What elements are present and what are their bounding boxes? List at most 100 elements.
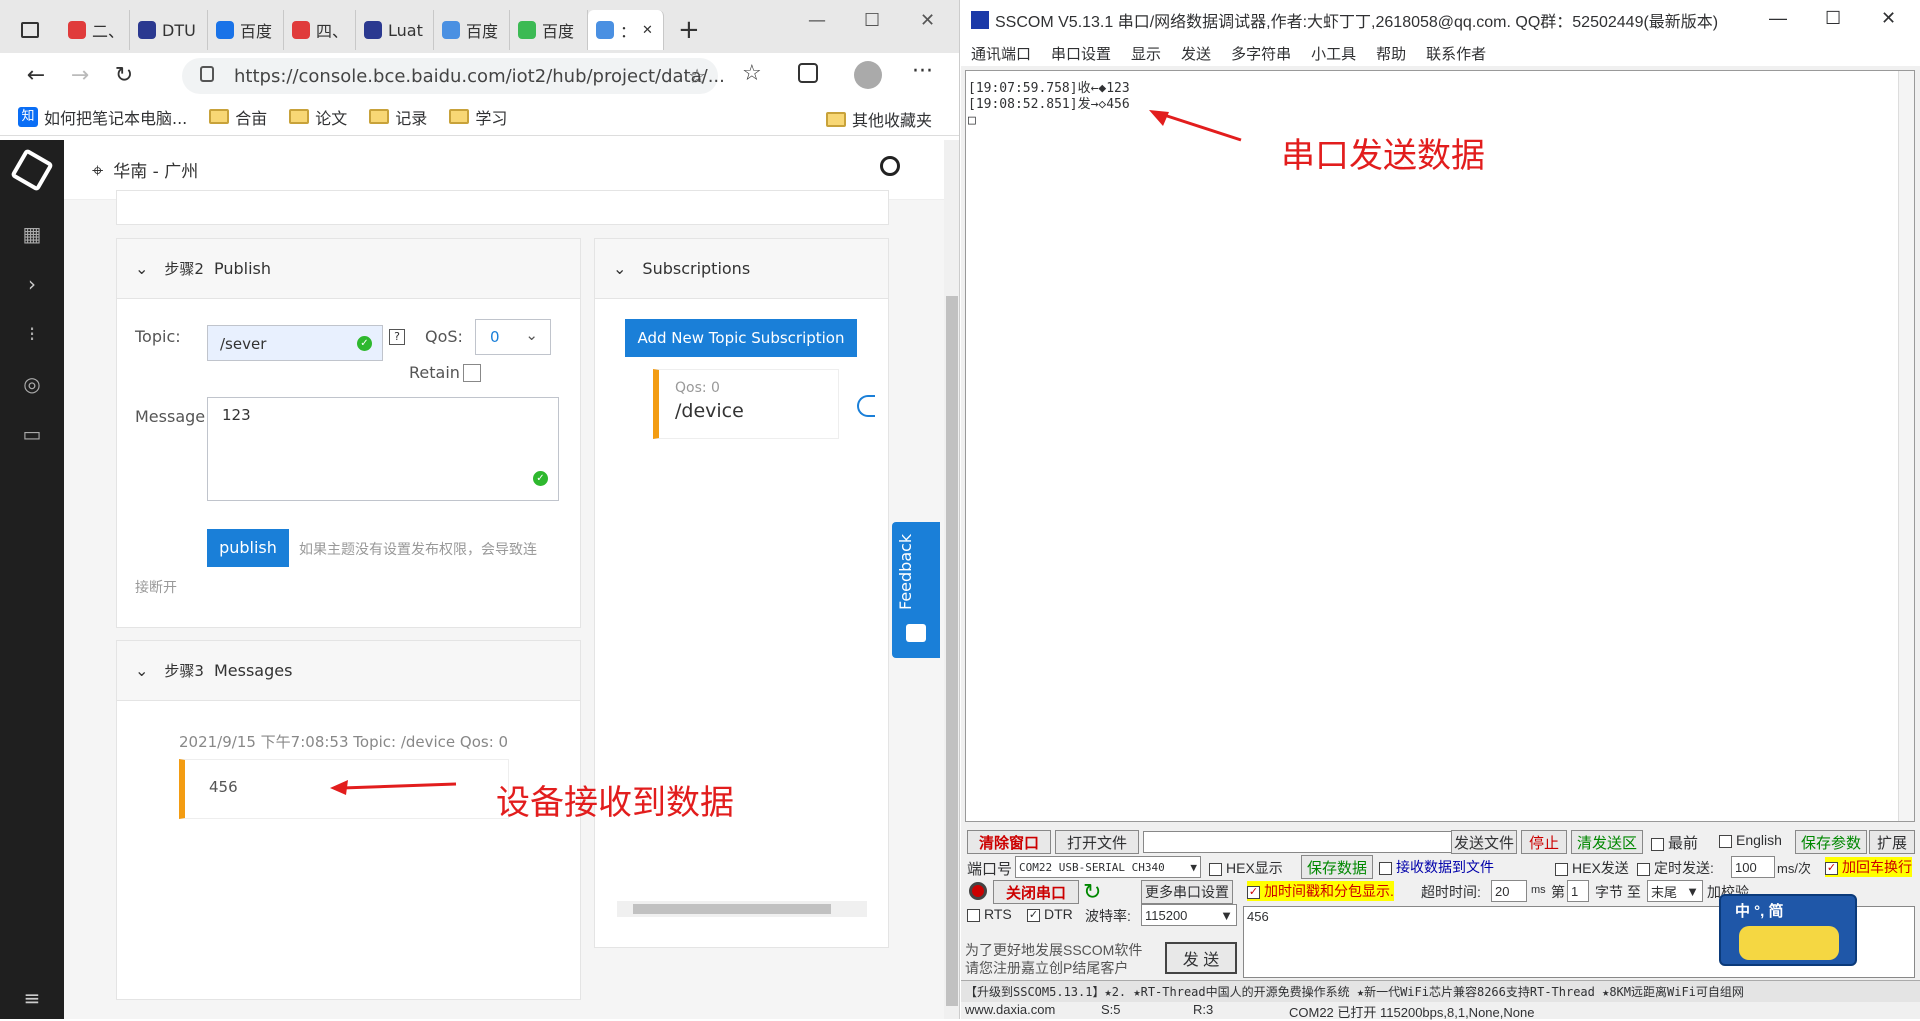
dropdown-arrow-icon: ▼ [1686, 883, 1699, 899]
add-subscription-button[interactable]: Add New Topic Subscription [625, 319, 857, 357]
browser-tab[interactable]: Luat [356, 10, 434, 50]
browser-window: 二、 DTU 百度 四、 Luat 百度 百度： ✕ + — ☐ ✕ ← → ↻ https:… [0, 0, 960, 1019]
retain-checkbox[interactable] [463, 364, 481, 382]
rts-checkbox[interactable]: RTS [967, 906, 1012, 922]
browser-tab[interactable]: DTU [130, 10, 208, 50]
help-icon[interactable]: ? [389, 329, 405, 345]
more-port-settings-button[interactable]: 更多串口设置 [1141, 880, 1233, 904]
send-button[interactable]: 发 送 [1165, 942, 1237, 974]
menu-item[interactable]: 发送 [1181, 43, 1211, 64]
bookmark-folder[interactable]: 学习 [449, 105, 507, 129]
baud-select[interactable]: 115200 ▼ [1141, 904, 1237, 926]
clear-send-button[interactable]: 清发送区 [1571, 830, 1643, 854]
collections-icon[interactable] [798, 63, 818, 83]
bookmark-folder[interactable]: 记录 [369, 105, 427, 129]
close-window-button[interactable]: ✕ [1881, 8, 1896, 29]
file-path-field[interactable] [1143, 831, 1469, 853]
qos-select[interactable]: 0 ⌄ [475, 319, 551, 355]
ime-widget[interactable]: 中 °, 简 [1719, 894, 1857, 966]
timeout-input[interactable]: 20 [1491, 880, 1527, 902]
other-bookmarks[interactable]: 其他收藏夹 [826, 107, 932, 131]
forward-icon[interactable]: → [58, 55, 102, 95]
publish-button[interactable]: publish [207, 529, 289, 567]
topmost-checkbox[interactable]: 最前 [1651, 832, 1698, 853]
menu-item[interactable]: 串口设置 [1051, 43, 1111, 64]
bookmark-folder[interactable]: 合亩 [209, 105, 267, 129]
topic-input[interactable]: /sever ✓ [207, 325, 383, 361]
profile-avatar[interactable] [854, 61, 882, 89]
vertical-scrollbar[interactable] [1898, 71, 1914, 821]
sscom-title-bar: SSCOM V5.13.1 串口/网络数据调试器,作者:大虾丁丁,2618058… [961, 0, 1920, 40]
close-window-button[interactable]: ✕ [920, 10, 935, 31]
inbox-icon[interactable]: ▭ [20, 422, 44, 446]
expand-sidebar-icon[interactable]: › [20, 272, 44, 296]
browser-tab[interactable]: ： ✕ [588, 10, 664, 50]
stop-button[interactable]: 停止 [1521, 830, 1567, 854]
timestamp-checkbox[interactable]: ✓ 加时间戳和分包显示. [1247, 881, 1394, 901]
url-field[interactable]: https://console.bce.baidu.com/iot2/hub/p… [182, 58, 725, 94]
interval-input[interactable]: 100 [1731, 856, 1775, 878]
reload-icon[interactable]: ↻ [102, 55, 146, 95]
menu-icon[interactable]: ≡ [20, 986, 44, 1010]
english-checkbox[interactable]: English [1719, 832, 1782, 848]
refresh-icon[interactable]: ↻ [1083, 879, 1101, 905]
bookmark-folder[interactable]: 论文 [289, 105, 347, 129]
menu-item[interactable]: 帮助 [1376, 43, 1406, 64]
open-file-button[interactable]: 打开文件 [1055, 830, 1139, 854]
browser-tab[interactable]: 百度 [434, 10, 510, 50]
receive-area[interactable]: [19:07:59.758]收←◆123 [19:08:52.851]发→◇456… [965, 70, 1915, 822]
timed-send-checkbox[interactable]: 定时发送: [1637, 858, 1714, 878]
minimize-button[interactable]: — [808, 10, 826, 31]
globe-icon[interactable]: ◎ [20, 372, 44, 396]
maximize-button[interactable]: ☐ [864, 10, 880, 31]
nth-input[interactable]: 1 [1567, 880, 1589, 902]
port-select[interactable]: COM22 USB-SERIAL CH340 ▼ [1015, 856, 1201, 878]
favorites-icon[interactable]: ☆ [742, 61, 762, 86]
menu-item[interactable]: 小工具 [1311, 43, 1356, 64]
hex-display-checkbox[interactable]: HEX显示 [1209, 858, 1283, 878]
feedback-button[interactable]: Feedback [892, 522, 940, 658]
tab-actions-icon[interactable] [0, 10, 60, 50]
page-scrollbar[interactable] [944, 140, 959, 1019]
tail-select[interactable]: 末尾 ▼ [1647, 880, 1703, 902]
recv-to-file-checkbox[interactable]: 接收数据到文件 [1379, 857, 1494, 877]
baidu-cloud-logo[interactable] [10, 148, 54, 192]
hex-send-checkbox[interactable]: HEX发送 [1555, 858, 1629, 878]
menu-item[interactable]: 联系作者 [1426, 43, 1486, 64]
crlf-checkbox[interactable]: ✓ 加回车换行 [1825, 857, 1912, 877]
maximize-button[interactable]: ☐ [1825, 8, 1841, 29]
browser-tab[interactable]: 百度 [510, 10, 588, 50]
menu-item[interactable]: 通讯端口 [971, 43, 1031, 64]
message-textarea[interactable]: 123 ✓ [207, 397, 559, 501]
more-menu-icon[interactable]: ··· [912, 59, 933, 84]
close-port-button[interactable]: 关闭串口 [993, 880, 1079, 904]
dashboard-icon[interactable]: ▦ [20, 222, 44, 246]
subscriptions-panel-header[interactable]: ⌄ Subscriptions [595, 239, 888, 299]
browser-tab[interactable]: 百度 [208, 10, 284, 50]
search-icon[interactable] [880, 156, 900, 176]
close-tab-icon[interactable]: ✕ [642, 23, 653, 38]
publish-panel-header[interactable]: ⌄ 步骤2 Publish [117, 239, 580, 299]
back-icon[interactable]: ← [14, 55, 58, 95]
menu-item[interactable]: 显示 [1131, 43, 1161, 64]
browser-tab[interactable]: 二、 [60, 10, 130, 50]
send-file-button[interactable]: 发送文件 [1451, 830, 1517, 854]
unsubscribe-icon[interactable] [857, 395, 875, 417]
dtr-checkbox[interactable]: ✓ DTR [1027, 906, 1073, 922]
region-selector[interactable]: 华南 - 广州 [113, 157, 198, 182]
clear-window-button[interactable]: 清除窗口 [967, 830, 1051, 854]
zhihu-icon: 知 [18, 106, 38, 127]
save-params-button[interactable]: 保存参数 [1795, 830, 1867, 854]
horizontal-scrollbar[interactable] [617, 901, 867, 917]
expand-button[interactable]: 扩展 [1869, 830, 1915, 854]
minimize-button[interactable]: — [1769, 8, 1787, 29]
subscription-item[interactable]: Qos: 0 /device [653, 369, 839, 439]
save-data-button[interactable]: 保存数据 [1301, 855, 1373, 879]
favorite-add-icon[interactable]: ☆ [688, 64, 706, 88]
new-tab-button[interactable]: + [678, 15, 700, 45]
menu-item[interactable]: 多字符串 [1231, 43, 1291, 64]
browser-tab[interactable]: 四、 [284, 10, 356, 50]
structure-icon[interactable]: ⁝ [20, 322, 44, 346]
bookmark-item[interactable]: 知 如何把笔记本电脑... [18, 105, 187, 129]
messages-panel-header[interactable]: ⌄ 步骤3 Messages [117, 641, 580, 701]
